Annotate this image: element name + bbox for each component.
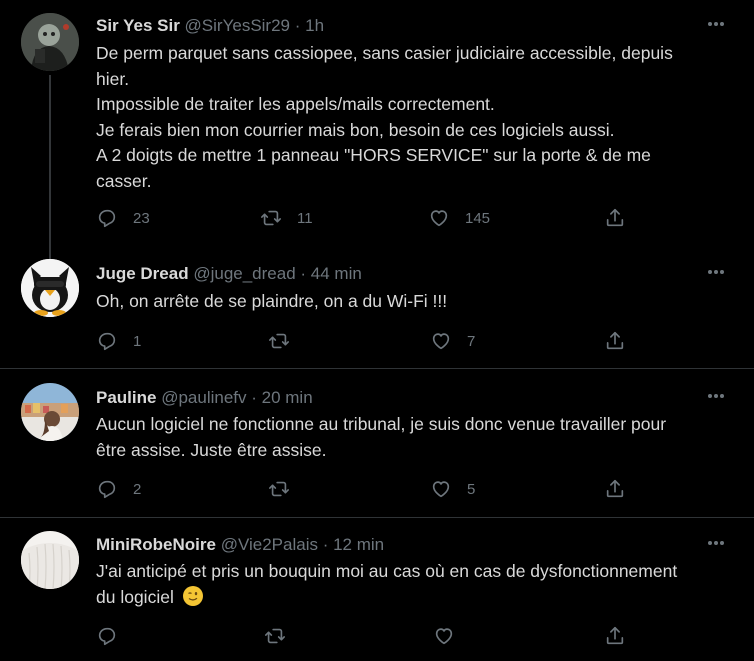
like-count: 5 bbox=[467, 480, 476, 498]
thread-line bbox=[49, 245, 51, 259]
retweet-button[interactable] bbox=[264, 624, 301, 648]
reply-button[interactable]: 2 bbox=[96, 477, 141, 501]
share-button[interactable] bbox=[604, 206, 626, 230]
like-count: 7 bbox=[467, 332, 476, 350]
user-handle[interactable]: @paulinefv bbox=[161, 388, 246, 407]
retweet-button[interactable] bbox=[268, 477, 305, 501]
text-line: Oh, on arrête de se plaindre, on a du Wi… bbox=[96, 291, 448, 311]
text-line: A 2 doigts de mettre 1 panneau "HORS SER… bbox=[96, 145, 651, 165]
heart-icon bbox=[432, 481, 450, 498]
retweet-icon bbox=[269, 333, 289, 349]
tweet-text: Oh, on arrête de se plaindre, on a du Wi… bbox=[96, 289, 736, 315]
thread-line bbox=[49, 75, 51, 245]
timestamp[interactable]: · 44 min bbox=[300, 264, 361, 283]
text-line: hier. bbox=[96, 68, 130, 89]
heart-icon bbox=[432, 333, 450, 350]
reply-count: 1 bbox=[133, 332, 142, 350]
tweet-header: MiniRobeNoire @Vie2Palais · 12 min bbox=[96, 535, 384, 555]
tweet-header: Juge Dread @juge_dread · 44 min bbox=[96, 264, 362, 284]
text-line: Je ferais bien mon courrier mais bon, be… bbox=[96, 119, 615, 140]
heart-icon bbox=[435, 628, 453, 645]
tweet[interactable]: MiniRobeNoire @Vie2Palais · 12 min J'ai … bbox=[0, 518, 754, 661]
retweet-count: 11 bbox=[297, 209, 313, 227]
more-icon[interactable] bbox=[706, 386, 726, 406]
text-line: du logiciel bbox=[96, 586, 174, 607]
tweet[interactable]: Juge Dread @juge_dread · 44 min Oh, on a… bbox=[0, 245, 754, 368]
reply-icon bbox=[98, 332, 116, 351]
retweet-icon bbox=[265, 628, 285, 644]
text-line-with-emoji: du logiciel bbox=[96, 585, 736, 611]
tweet-text: J'ai anticipé et pris un bouquin moi au … bbox=[96, 559, 736, 610]
retweet-button[interactable]: 11 bbox=[260, 206, 313, 230]
timestamp[interactable]: · 1h bbox=[295, 16, 324, 35]
share-button[interactable] bbox=[604, 329, 626, 353]
avatar[interactable] bbox=[21, 259, 79, 317]
reply-icon bbox=[98, 627, 116, 646]
more-icon[interactable] bbox=[706, 262, 726, 282]
share-button[interactable] bbox=[604, 624, 626, 648]
share-icon bbox=[606, 479, 624, 498]
share-icon bbox=[606, 626, 624, 645]
tweet-header: Sir Yes Sir @SirYesSir29 · 1h bbox=[96, 16, 324, 36]
text-line: être assise. Juste être assise. bbox=[96, 439, 327, 460]
display-name[interactable]: Pauline bbox=[96, 388, 156, 407]
heart-icon bbox=[430, 210, 448, 227]
avatar[interactable] bbox=[21, 531, 79, 589]
retweet-icon bbox=[261, 210, 281, 226]
user-handle[interactable]: @juge_dread bbox=[193, 264, 295, 283]
tweet-header: Pauline @paulinefv · 20 min bbox=[96, 388, 313, 408]
like-button[interactable]: 145 bbox=[428, 206, 490, 230]
like-button[interactable]: 7 bbox=[430, 329, 475, 353]
avatar[interactable] bbox=[21, 383, 79, 441]
text-line: J'ai anticipé et pris un bouquin moi au … bbox=[96, 561, 678, 581]
more-icon[interactable] bbox=[706, 14, 726, 34]
more-icon[interactable] bbox=[706, 533, 726, 553]
share-button[interactable] bbox=[604, 477, 626, 501]
text-line: De perm parquet sans cassiopee, sans cas… bbox=[96, 43, 673, 63]
share-icon bbox=[606, 331, 624, 350]
display-name[interactable]: Juge Dread bbox=[96, 264, 189, 283]
reply-button[interactable]: 23 bbox=[96, 206, 150, 230]
tweet-text: De perm parquet sans cassiopee, sans cas… bbox=[96, 41, 736, 194]
retweet-button[interactable] bbox=[268, 329, 305, 353]
tweet[interactable]: Pauline @paulinefv · 20 min Aucun logici… bbox=[0, 369, 754, 517]
display-name[interactable]: Sir Yes Sir bbox=[96, 16, 180, 35]
reply-icon bbox=[98, 480, 116, 499]
reply-count: 23 bbox=[133, 209, 150, 227]
avatar[interactable] bbox=[21, 13, 79, 71]
reply-icon bbox=[98, 209, 116, 228]
like-button[interactable]: 5 bbox=[430, 477, 475, 501]
user-handle[interactable]: @Vie2Palais bbox=[221, 535, 318, 554]
like-count: 145 bbox=[465, 209, 491, 227]
tweet-text: Aucun logiciel ne fonctionne au tribunal… bbox=[96, 412, 736, 463]
user-handle[interactable]: @SirYesSir29 bbox=[185, 16, 290, 35]
like-button[interactable] bbox=[433, 624, 470, 648]
text-line: casser. bbox=[96, 170, 152, 191]
reply-button[interactable]: 1 bbox=[96, 329, 141, 353]
reply-button[interactable] bbox=[96, 624, 133, 648]
winking-face-emoji bbox=[182, 585, 203, 606]
reply-count: 2 bbox=[133, 480, 142, 498]
text-line: Aucun logiciel ne fonctionne au tribunal… bbox=[96, 414, 667, 434]
timestamp[interactable]: · 20 min bbox=[251, 388, 312, 407]
retweet-icon bbox=[269, 481, 289, 497]
share-icon bbox=[606, 208, 624, 227]
tweet[interactable]: Sir Yes Sir @SirYesSir29 · 1h De perm pa… bbox=[0, 0, 754, 245]
text-line: Impossible de traiter les appels/mails c… bbox=[96, 94, 495, 114]
timestamp[interactable]: · 12 min bbox=[323, 535, 384, 554]
display-name[interactable]: MiniRobeNoire bbox=[96, 535, 216, 554]
